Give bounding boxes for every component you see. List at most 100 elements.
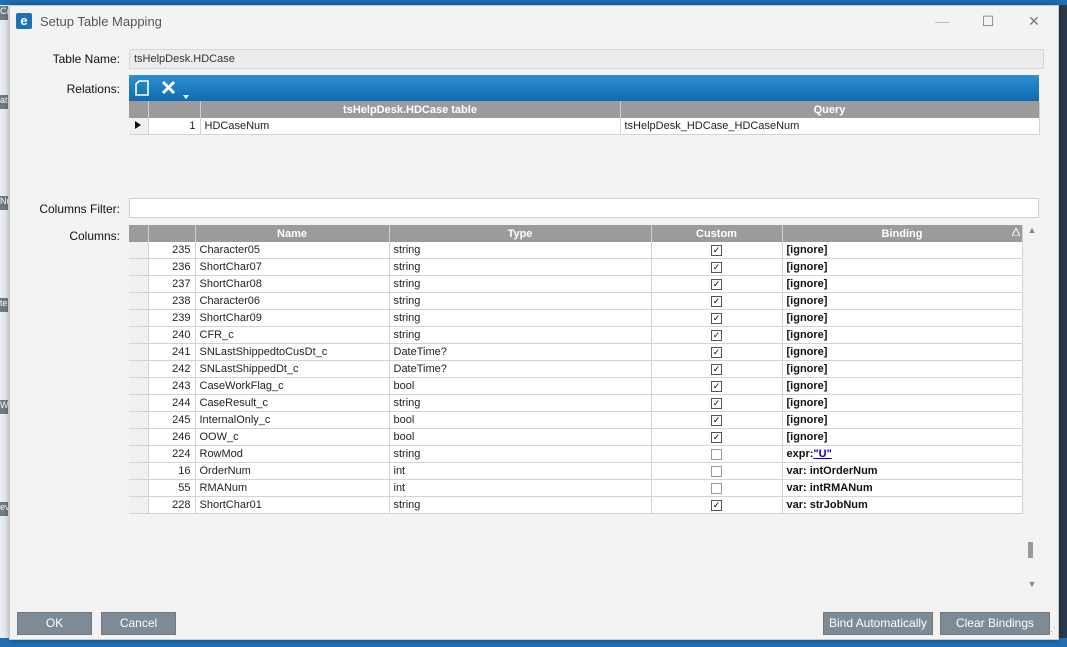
relation-query-field[interactable]: tsHelpDesk_HDCase_HDCaseNum [620, 118, 1040, 135]
column-type-cell[interactable]: DateTime? [389, 343, 652, 361]
relation-table-field[interactable]: HDCaseNum [200, 118, 621, 135]
cancel-button[interactable]: Cancel [101, 612, 176, 635]
custom-checkbox[interactable]: ✓ [711, 346, 722, 358]
ok-button[interactable]: OK [17, 612, 92, 635]
row-selector[interactable] [129, 326, 149, 344]
column-name-cell[interactable]: ShortChar07 [195, 258, 390, 276]
binding-cell[interactable]: [ignore] [782, 258, 1023, 276]
custom-checkbox[interactable]: ✓ [711, 414, 722, 426]
column-type-cell[interactable]: bool [389, 411, 652, 429]
column-type-cell[interactable]: string [389, 242, 652, 259]
table-name-field[interactable]: tsHelpDesk.HDCase [129, 49, 1044, 69]
binding-cell[interactable]: [ignore] [782, 360, 1023, 378]
custom-checkbox[interactable]: ✓ [711, 380, 722, 392]
row-selector[interactable] [129, 242, 149, 259]
column-type-cell[interactable]: string [389, 326, 652, 344]
row-selector[interactable] [129, 411, 149, 429]
custom-checkbox[interactable]: ✓ [711, 397, 722, 409]
table-row[interactable]: 240 CFR_c string ✓ [ignore] [129, 326, 1023, 344]
row-selector[interactable] [129, 309, 149, 327]
binding-cell[interactable]: expr:"U" [782, 445, 1023, 463]
table-row[interactable]: 241 SNLastShippedtoCusDt_c DateTime? ✓ [igno… [129, 343, 1023, 361]
row-selector[interactable] [129, 360, 149, 378]
binding-cell[interactable]: [ignore] [782, 275, 1023, 293]
row-selector[interactable] [129, 445, 149, 463]
column-name-cell[interactable]: OrderNum [195, 462, 390, 480]
column-name-cell[interactable]: InternalOnly_c [195, 411, 390, 429]
column-name-cell[interactable]: SNLastShippedtoCusDt_c [195, 343, 390, 361]
row-selector[interactable] [129, 258, 149, 276]
column-type-cell[interactable]: string [389, 258, 652, 276]
columns-filter-input[interactable] [129, 198, 1039, 218]
clear-bindings-button[interactable]: Clear Bindings [940, 612, 1050, 635]
table-row[interactable]: 243 CaseWorkFlag_c bool ✓ [ignore] [129, 377, 1023, 395]
custom-checkbox[interactable]: ✓ [711, 363, 722, 375]
column-type-cell[interactable]: string [389, 496, 652, 514]
binding-cell[interactable]: var: strJobNum [782, 496, 1023, 514]
table-row[interactable]: 242 SNLastShippedDt_c DateTime? ✓ [ignore] [129, 360, 1023, 378]
close-button[interactable]: ✕ [1011, 6, 1057, 36]
custom-checkbox[interactable]: ✓ [711, 261, 722, 273]
custom-checkbox[interactable]: ✓ [711, 329, 722, 341]
table-row[interactable]: 244 CaseResult_c string ✓ [ignore] [129, 394, 1023, 412]
column-type-cell[interactable]: bool [389, 428, 652, 446]
column-name-cell[interactable]: SNLastShippedDt_c [195, 360, 390, 378]
row-selector-arrow-icon[interactable] [129, 118, 149, 135]
column-type-cell[interactable]: string [389, 309, 652, 327]
column-type-cell[interactable]: int [389, 462, 652, 480]
custom-checkbox[interactable]: ✓ [711, 295, 722, 307]
table-row[interactable]: 228 ShortChar01 string ✓ var: strJobNum [129, 496, 1023, 514]
custom-checkbox[interactable] [711, 465, 722, 477]
row-selector[interactable] [129, 462, 149, 480]
column-name-cell[interactable]: RMANum [195, 479, 390, 497]
table-row[interactable]: 245 InternalOnly_c bool ✓ [ignore] [129, 411, 1023, 429]
relations-header-query[interactable]: Query [620, 101, 1040, 118]
column-name-cell[interactable]: CaseWorkFlag_c [195, 377, 390, 395]
binding-expression-link[interactable]: "U" [813, 448, 831, 460]
binding-cell[interactable]: [ignore] [782, 343, 1023, 361]
column-type-cell[interactable]: string [389, 394, 652, 412]
table-row[interactable]: 239 ShortChar09 string ✓ [ignore] [129, 309, 1023, 327]
column-type-cell[interactable]: bool [389, 377, 652, 395]
minimize-button[interactable]: — [919, 6, 965, 36]
binding-cell[interactable]: var: intRMANum [782, 479, 1023, 497]
row-selector[interactable] [129, 394, 149, 412]
bind-automatically-button[interactable]: Bind Automatically [823, 612, 933, 635]
delete-icon[interactable] [161, 80, 176, 98]
table-row[interactable]: 55 RMANum int var: intRMANum [129, 479, 1023, 497]
binding-cell[interactable]: [ignore] [782, 411, 1023, 429]
custom-checkbox[interactable]: ✓ [711, 278, 722, 290]
column-header-custom[interactable]: Custom [651, 225, 783, 242]
table-row[interactable]: 236 ShortChar07 string ✓ [ignore] [129, 258, 1023, 276]
column-header-name[interactable]: Name [195, 225, 390, 242]
custom-checkbox[interactable] [711, 482, 722, 494]
column-type-cell[interactable]: string [389, 292, 652, 310]
binding-cell[interactable]: [ignore] [782, 242, 1023, 259]
table-row[interactable]: 235 Character05 string ✓ [ignore] [129, 242, 1023, 259]
scrollbar-thumb[interactable] [1028, 542, 1033, 558]
row-selector[interactable] [129, 343, 149, 361]
table-row[interactable]: 16 OrderNum int var: intOrderNum [129, 462, 1023, 480]
row-selector[interactable] [129, 275, 149, 293]
row-selector[interactable] [129, 479, 149, 497]
column-type-cell[interactable]: string [389, 275, 652, 293]
binding-cell[interactable]: var: intOrderNum [782, 462, 1023, 480]
row-selector[interactable] [129, 292, 149, 310]
sort-ascending-icon[interactable] [1010, 226, 1021, 239]
scroll-down-icon[interactable]: ▼ [1025, 579, 1039, 589]
row-selector[interactable] [129, 428, 149, 446]
column-name-cell[interactable]: Character05 [195, 242, 390, 259]
maximize-button[interactable]: ☐ [965, 6, 1011, 36]
column-name-cell[interactable]: ShortChar09 [195, 309, 390, 327]
row-selector[interactable] [129, 377, 149, 395]
binding-cell[interactable]: [ignore] [782, 428, 1023, 446]
column-name-cell[interactable]: ShortChar08 [195, 275, 390, 293]
dropdown-icon[interactable] [183, 88, 189, 102]
column-name-cell[interactable]: Character06 [195, 292, 390, 310]
column-type-cell[interactable]: DateTime? [389, 360, 652, 378]
column-name-cell[interactable]: CFR_c [195, 326, 390, 344]
table-row[interactable]: 246 OOW_c bool ✓ [ignore] [129, 428, 1023, 446]
table-row[interactable]: 237 ShortChar08 string ✓ [ignore] [129, 275, 1023, 293]
column-type-cell[interactable]: int [389, 479, 652, 497]
row-selector[interactable] [129, 496, 149, 514]
